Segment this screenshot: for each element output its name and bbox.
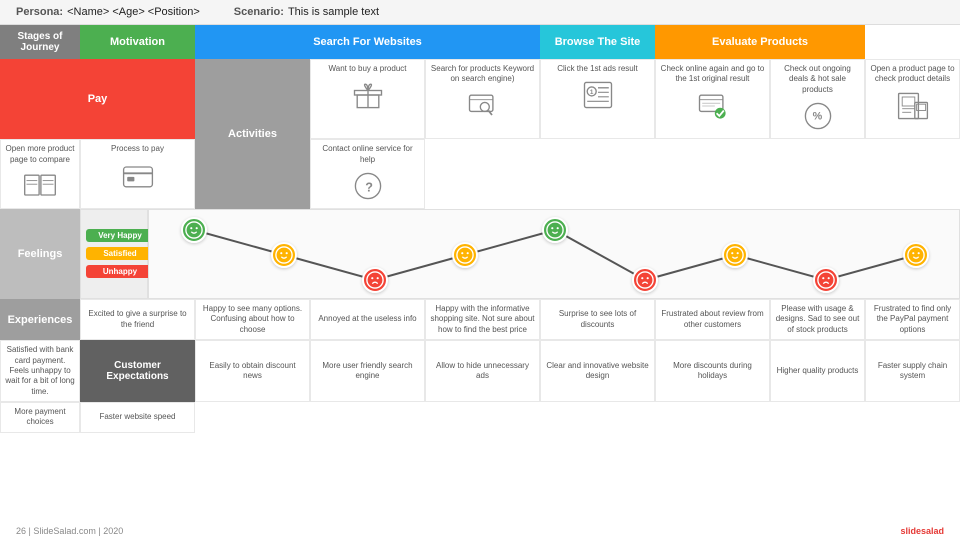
- persona-value: <Name> <Age> <Position>: [67, 6, 200, 18]
- search-web-icon: [465, 88, 501, 124]
- pay-icon: [120, 158, 156, 194]
- badge-unhappy: Unhappy: [86, 265, 154, 278]
- exp-cell-0: Excited to give a surprise to the friend: [80, 299, 195, 340]
- exp-cell-8: Satisfied with bank card payment. Feels …: [0, 340, 80, 402]
- cust-cell-2: Allow to hide unnecessary ads: [425, 340, 540, 402]
- persona-bar: Persona: <Name> <Age> <Position> Scenari…: [0, 0, 960, 25]
- activity-cell-4: Check out ongoing deals & hot sale produ…: [770, 59, 865, 139]
- emoji-8: [903, 242, 929, 268]
- exp-cell-6: Please with usage & designs. Sad to see …: [770, 299, 865, 340]
- footer-brand: slidesalad: [900, 526, 944, 536]
- emoji-0: [181, 217, 207, 243]
- check-online-icon: [695, 88, 731, 124]
- header-stages: Stages of Journey: [0, 25, 80, 59]
- header-evaluate: Evaluate Products: [655, 25, 865, 59]
- exp-cell-4: Surprise to see lots of discounts: [540, 299, 655, 340]
- slide: Persona: <Name> <Age> <Position> Scenari…: [0, 0, 960, 540]
- feelings-badges: Very Happy Satisfied Unhappy: [80, 209, 148, 299]
- emoji-4: [542, 217, 568, 243]
- activity-cell-2: Click the 1st ads result 1: [540, 59, 655, 139]
- svg-text:1: 1: [589, 89, 593, 96]
- experiences-label: Experiences: [0, 299, 80, 340]
- activity-cell-3: Check online again and go to the 1st ori…: [655, 59, 770, 139]
- emoji-6: [722, 242, 748, 268]
- badge-satisfied: Satisfied: [86, 247, 154, 260]
- header-pay: Pay: [0, 59, 195, 139]
- exp-cell-2: Annoyed at the useless info: [310, 299, 425, 340]
- gift-icon: [350, 77, 386, 113]
- scenario-value: This is sample text: [288, 6, 379, 18]
- activity-cell-1: Search for products Keyword on search en…: [425, 59, 540, 139]
- emoji-1: [271, 242, 297, 268]
- cust-cell-4: More discounts during holidays: [655, 340, 770, 402]
- deals-icon: %: [800, 98, 836, 134]
- ads-result-icon: 1: [580, 77, 616, 113]
- emoji-7: [813, 267, 839, 293]
- activity-cell-5: Open a product page to check product det…: [865, 59, 960, 139]
- header-motivation: Motivation: [80, 25, 195, 59]
- header-search: Search For Websites: [195, 25, 540, 59]
- main-grid: Stages of Journey Motivation Search For …: [0, 25, 960, 433]
- exp-cell-1: Happy to see many options. Confusing abo…: [195, 299, 310, 340]
- activity-cell-6: Open more product page to compare: [0, 139, 80, 209]
- cust-cell-1: More user friendly search engine: [310, 340, 425, 402]
- badge-very-happy: Very Happy: [86, 229, 154, 242]
- persona-label: Persona:: [16, 6, 63, 18]
- content-area: Stages of Journey Motivation Search For …: [0, 25, 960, 433]
- activity-cell-0: Want to buy a product: [310, 59, 425, 139]
- footer-left: 26 | SlideSalad.com | 2020: [16, 526, 123, 536]
- feelings-row: Feelings Very Happy Satisfied Unhappy: [0, 209, 960, 299]
- header-browse: Browse The Site: [540, 25, 655, 59]
- activity-cell-7: Process to pay: [80, 139, 195, 209]
- feelings-label: Feelings: [0, 209, 80, 299]
- emoji-5: [632, 267, 658, 293]
- customer-expectations-label: Customer Expectations: [80, 340, 195, 402]
- product-page-icon: [895, 88, 931, 124]
- activity-cell-8: Contact online service for help ?: [310, 139, 425, 209]
- cust-cell-5: Higher quality products: [770, 340, 865, 402]
- cust-cell-8: Faster website speed: [80, 402, 195, 433]
- contact-icon: ?: [350, 168, 386, 204]
- emoji-2: [362, 267, 388, 293]
- scenario-label: Scenario:: [234, 6, 284, 18]
- compare-icon: [22, 168, 58, 204]
- cust-cell-7: More payment choices: [0, 402, 80, 433]
- exp-cell-3: Happy with the informative shopping site…: [425, 299, 540, 340]
- exp-cell-7: Frustrated to find only the PayPal payme…: [865, 299, 960, 340]
- exp-cell-5: Frustrated about review from other custo…: [655, 299, 770, 340]
- feelings-chart: [148, 209, 960, 299]
- cust-cell-0: Easily to obtain discount news: [195, 340, 310, 402]
- svg-text:%: %: [812, 111, 822, 123]
- cust-cell-6: Faster supply chain system: [865, 340, 960, 402]
- activities-label: Activities: [195, 59, 310, 209]
- emoji-3: [452, 242, 478, 268]
- svg-text:?: ?: [365, 180, 373, 194]
- cust-cell-3: Clear and innovative website design: [540, 340, 655, 402]
- footer: 26 | SlideSalad.com | 2020 slidesalad: [16, 526, 944, 536]
